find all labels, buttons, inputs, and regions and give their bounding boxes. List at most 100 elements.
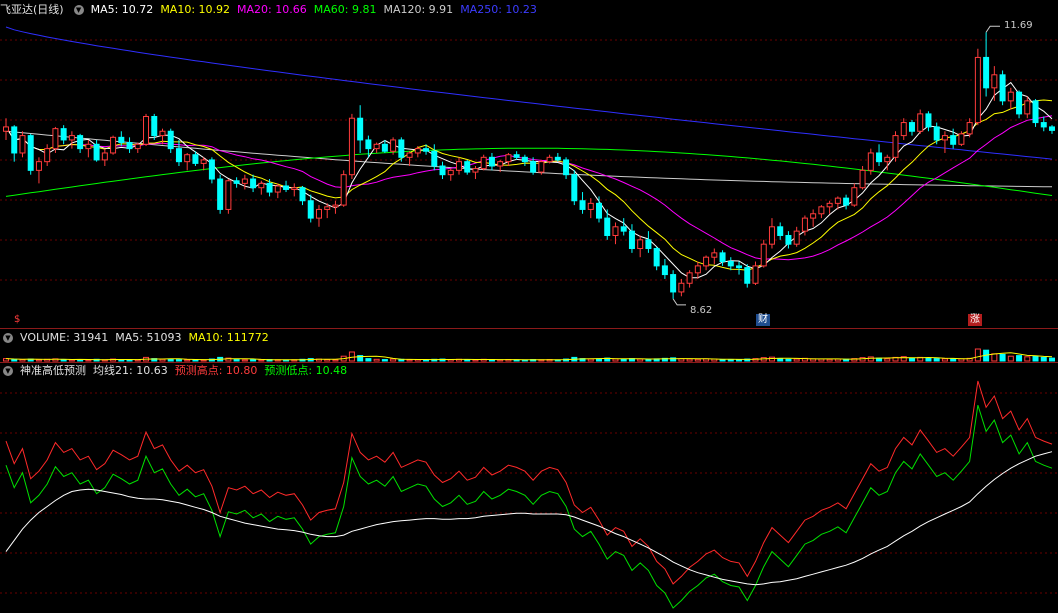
candle-body	[258, 182, 265, 189]
candle-body	[752, 265, 759, 284]
volume-bar	[587, 358, 594, 362]
candle-body	[950, 135, 957, 145]
event-marker-dividend[interactable]: $	[12, 314, 22, 326]
volume-bar	[908, 357, 915, 362]
candle-body	[233, 180, 240, 184]
low-price-label: 8.62	[690, 305, 713, 316]
price-chart[interactable]	[0, 0, 1058, 328]
candle-body	[867, 152, 874, 171]
candle-body	[357, 117, 364, 141]
candle-body	[596, 202, 603, 219]
volume-bar	[777, 358, 784, 362]
candle-body	[513, 154, 520, 158]
candle-body	[126, 142, 133, 150]
candle-body	[620, 226, 627, 232]
candle-body	[184, 154, 191, 163]
ma250-value: MA250: 10.23	[460, 3, 537, 16]
candle-body	[307, 200, 314, 219]
indicator-header: ▼ 神准高低预测 均线21: 10.63 预测高点: 10.80 预测低点: 1…	[0, 363, 354, 379]
candle-body	[11, 126, 18, 154]
volume-panel[interactable]: ▼ VOLUME: 31941 MA5: 51093 MA10: 111772	[0, 329, 1058, 362]
volume-header: ▼ VOLUME: 31941 MA5: 51093 MA10: 111772	[0, 330, 276, 346]
volume-bar	[596, 358, 603, 362]
indicator-title: 神准高低预测	[20, 364, 86, 377]
candle-body	[801, 217, 808, 232]
candle-body	[315, 208, 322, 219]
candle-body	[925, 113, 932, 128]
candle-body	[587, 202, 594, 210]
avg21-line	[5, 451, 1053, 586]
candle-body	[250, 178, 257, 189]
event-marker-rise[interactable]: 涨	[968, 314, 982, 326]
volume-bar	[694, 358, 701, 362]
candle-body	[44, 148, 51, 163]
volume-bar	[1049, 357, 1055, 362]
candle-body	[966, 122, 973, 135]
candle-body	[27, 135, 34, 171]
volume-menu-icon[interactable]: ▼	[3, 333, 13, 343]
price-panel[interactable]: 飞亚达(日线) ▼ MA5: 10.72 MA10: 10.92 MA20: 1…	[0, 0, 1058, 328]
volume-bar	[1007, 355, 1014, 362]
volume-bar	[884, 358, 891, 362]
candle-body	[645, 239, 652, 250]
candle-body	[225, 180, 232, 210]
candle-body	[900, 122, 907, 137]
volume-bar	[999, 353, 1006, 362]
volume-bar	[933, 358, 940, 362]
volume-ma5-value: MA5: 51093	[115, 331, 182, 344]
candle-body	[464, 161, 471, 173]
volume-bar	[250, 359, 257, 362]
volume-bar	[19, 359, 26, 362]
candle-body	[744, 267, 751, 284]
candle-body	[876, 152, 883, 163]
candle-body	[991, 74, 998, 89]
candle-body	[974, 56, 981, 124]
candle-body	[19, 135, 26, 154]
candle-body	[628, 230, 635, 250]
candle-body	[604, 217, 611, 236]
indicator-chart[interactable]	[0, 363, 1058, 613]
candle-body	[768, 226, 775, 245]
candle-body	[686, 272, 693, 284]
volume-bar	[348, 351, 355, 362]
indicator-panel-menu-icon[interactable]: ▼	[3, 366, 13, 376]
candle-body	[439, 165, 446, 176]
candle-body	[398, 139, 405, 158]
candle-body	[777, 226, 784, 236]
ma5-line	[5, 81, 1053, 279]
candle-body	[414, 148, 421, 154]
candle-body	[208, 159, 215, 180]
candle-body	[917, 113, 924, 132]
candle-body	[505, 154, 512, 163]
candle-body	[110, 136, 117, 154]
indicator-menu-icon[interactable]: ▼	[73, 5, 84, 15]
candle-body	[200, 159, 207, 164]
ma10-line	[5, 99, 1053, 271]
candle-body	[167, 130, 174, 150]
volume-bar	[645, 358, 652, 362]
candle-body	[241, 178, 248, 184]
volume-bar	[11, 358, 18, 362]
indicator-panel[interactable]: ▼ 神准高低预测 均线21: 10.63 预测高点: 10.80 预测低点: 1…	[0, 363, 1058, 613]
volume-bar	[159, 358, 166, 362]
candle-body	[365, 139, 372, 150]
event-marker-finance[interactable]: 财	[756, 314, 770, 326]
candle-body	[192, 154, 199, 164]
candle-body	[390, 139, 397, 152]
candle-body	[472, 168, 479, 173]
candle-body	[68, 135, 75, 141]
candle-body	[447, 169, 454, 176]
candle-body	[1040, 122, 1047, 128]
volume-bar	[332, 359, 339, 362]
candle-body	[85, 143, 92, 150]
pred-low-line	[5, 404, 1053, 609]
volume-ma10-value: MA10: 111772	[188, 331, 269, 344]
candle-body	[1032, 100, 1039, 124]
candle-body	[736, 265, 743, 269]
candle-body	[299, 187, 306, 202]
volume-bar	[184, 359, 191, 362]
candle-body	[563, 159, 570, 176]
volume-bar	[406, 359, 413, 362]
candle-body	[52, 128, 59, 150]
candle-body	[694, 265, 701, 274]
